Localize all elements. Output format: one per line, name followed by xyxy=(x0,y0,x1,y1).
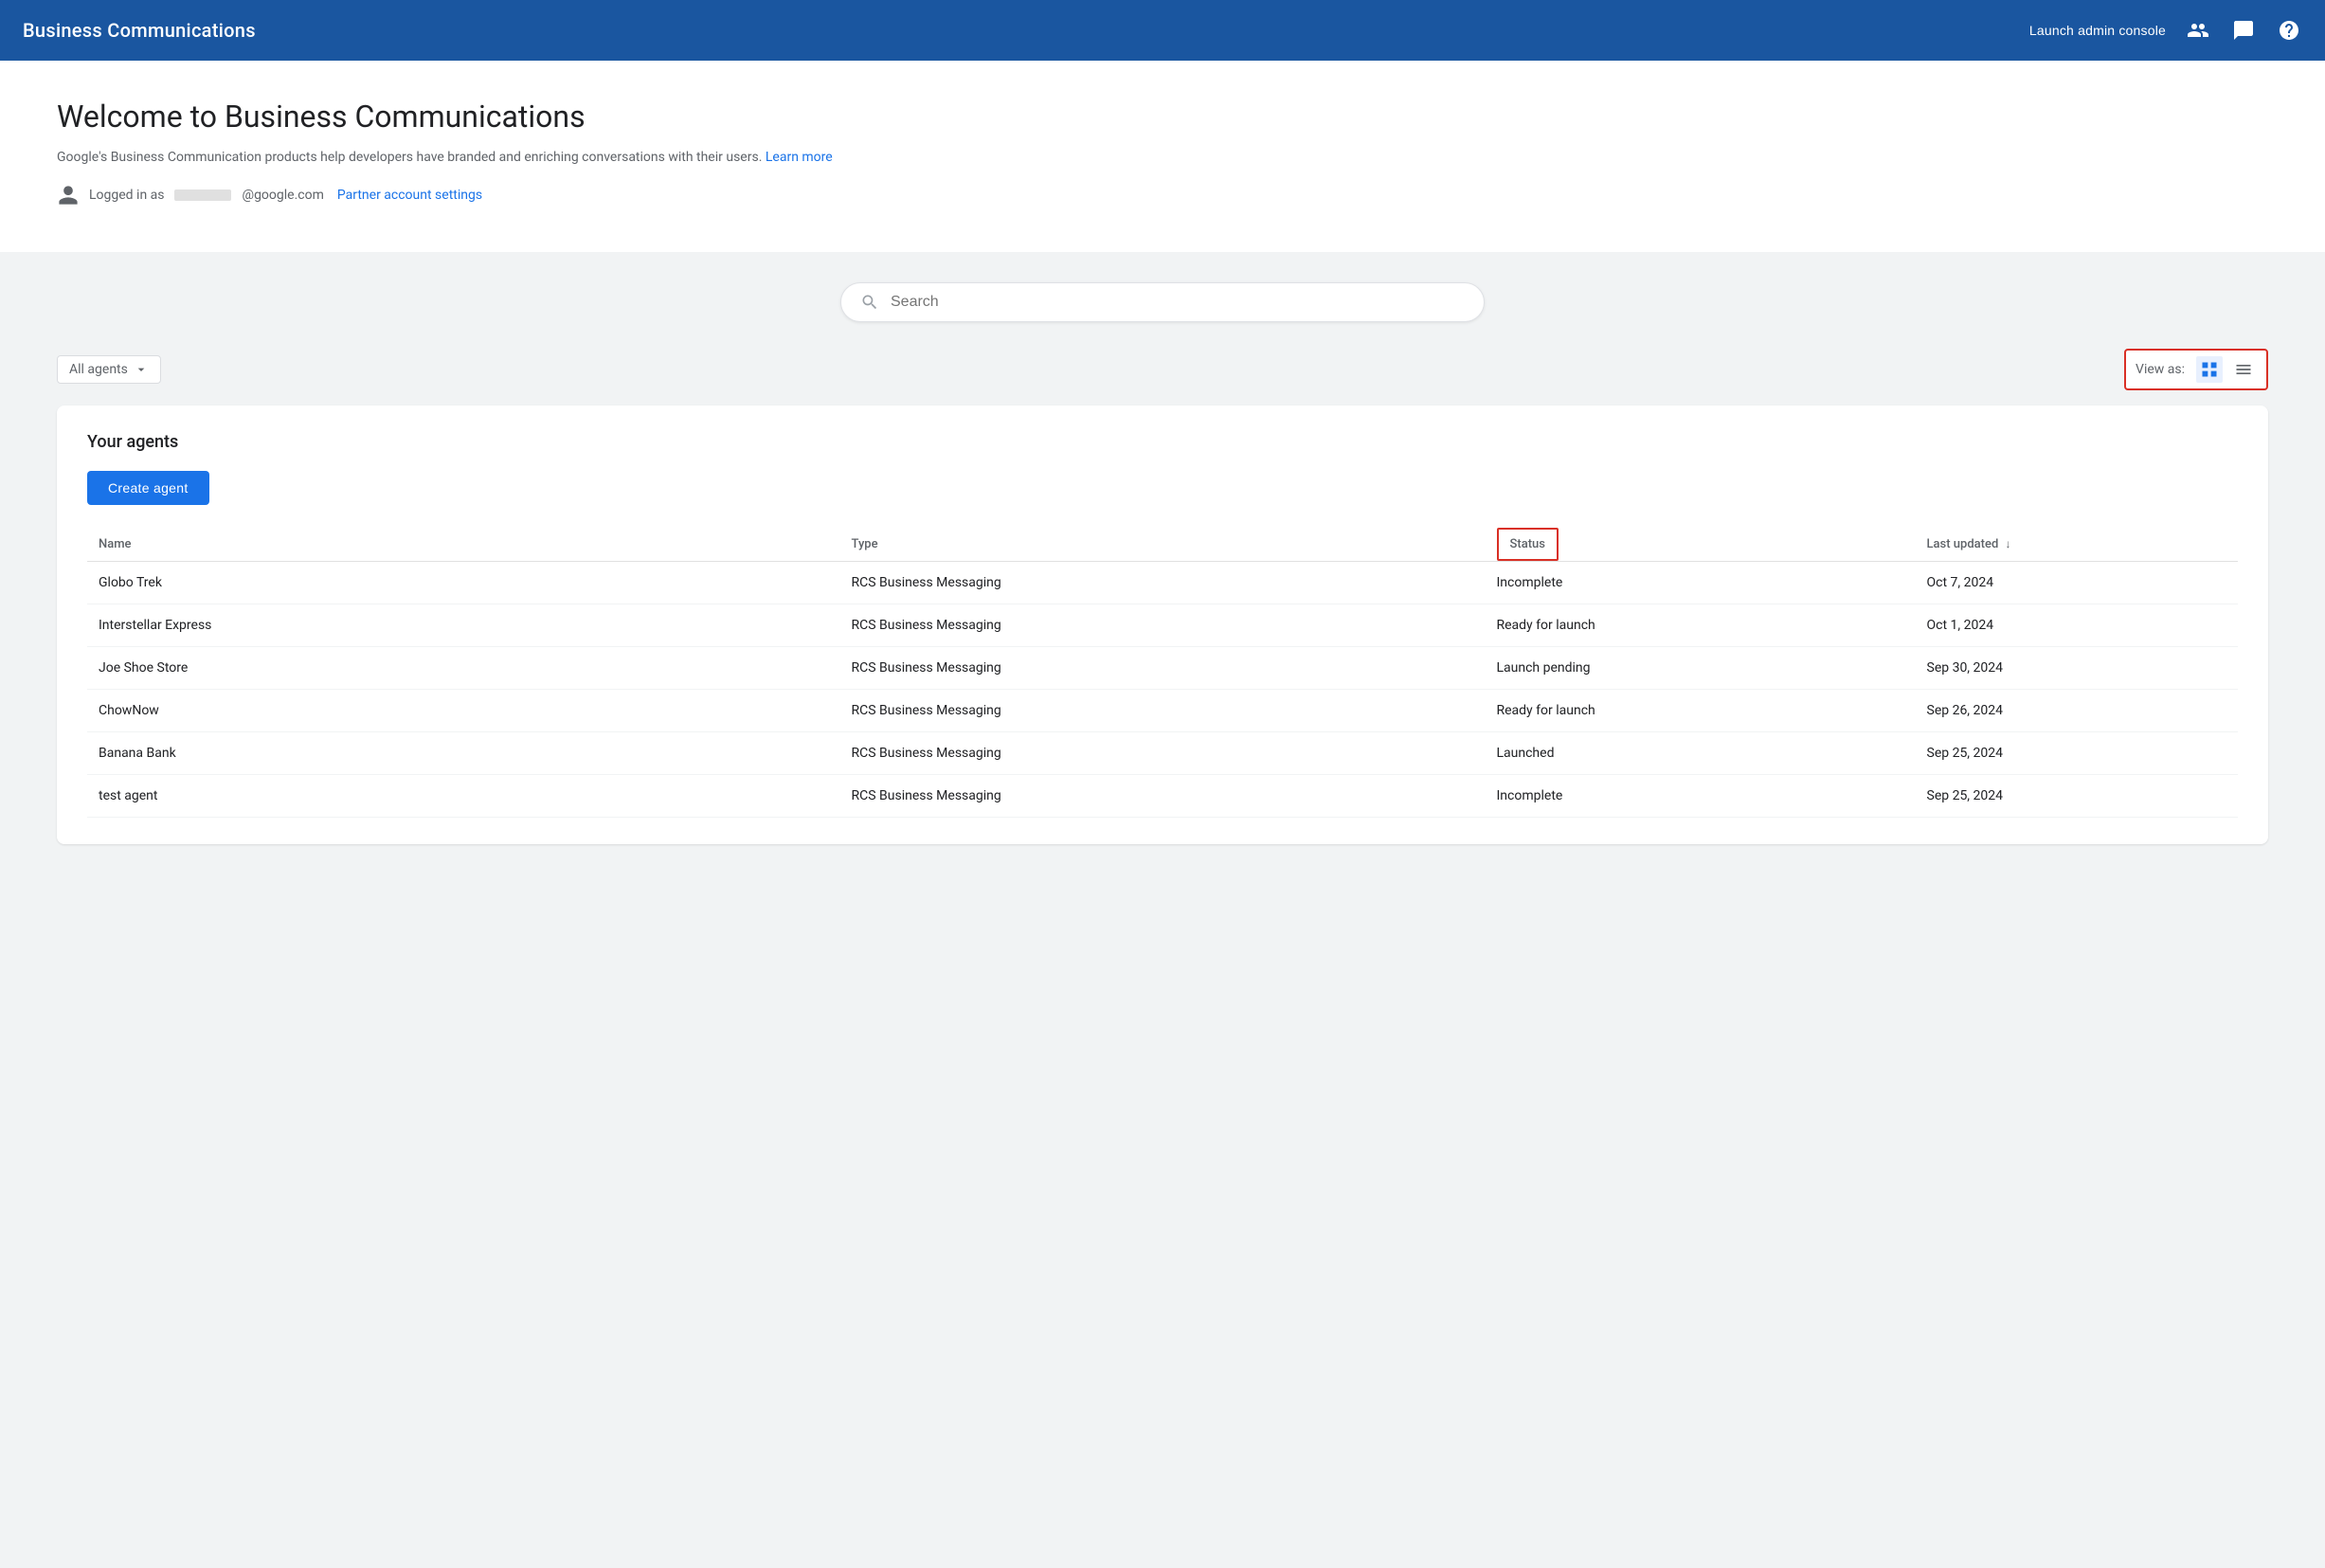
agent-type: RCS Business Messaging xyxy=(840,604,1486,647)
logged-in-text: Logged in as xyxy=(89,188,165,203)
account-icon xyxy=(57,184,80,207)
col-header-type: Type xyxy=(840,528,1486,562)
search-bar xyxy=(840,282,1485,322)
search-icon xyxy=(860,293,879,312)
agent-type: RCS Business Messaging xyxy=(840,562,1486,604)
all-agents-dropdown[interactable]: All agents xyxy=(57,355,161,384)
agent-status: Launched xyxy=(1486,732,1916,775)
all-agents-label: All agents xyxy=(69,362,128,377)
agent-updated: Sep 25, 2024 xyxy=(1916,775,2239,818)
agent-status: Incomplete xyxy=(1486,775,1916,818)
email-suffix: @google.com xyxy=(243,188,324,203)
table-row[interactable]: ChowNow RCS Business Messaging Ready for… xyxy=(87,690,2238,732)
table-row[interactable]: test agent RCS Business Messaging Incomp… xyxy=(87,775,2238,818)
table-header-row: Name Type Status Last updated ↓ xyxy=(87,528,2238,562)
agent-type: RCS Business Messaging xyxy=(840,732,1486,775)
create-agent-button[interactable]: Create agent xyxy=(87,471,209,505)
learn-more-link[interactable]: Learn more xyxy=(766,150,833,165)
launch-admin-button[interactable]: Launch admin console xyxy=(2029,23,2166,38)
agent-name: test agent xyxy=(87,775,840,818)
agent-type: RCS Business Messaging xyxy=(840,775,1486,818)
logged-in-row: Logged in as @google.com Partner account… xyxy=(57,184,2268,207)
agent-status: Ready for launch xyxy=(1486,690,1916,732)
help-icon[interactable] xyxy=(2276,17,2302,44)
agent-name: Interstellar Express xyxy=(87,604,840,647)
agents-table: Name Type Status Last updated ↓ Globo T xyxy=(87,528,2238,818)
view-as-section: View as: xyxy=(2124,349,2268,390)
status-header-highlighted: Status xyxy=(1497,528,1559,561)
table-row[interactable]: Interstellar Express RCS Business Messag… xyxy=(87,604,2238,647)
agent-name: Banana Bank xyxy=(87,732,840,775)
table-row[interactable]: Banana Bank RCS Business Messaging Launc… xyxy=(87,732,2238,775)
agents-card-title: Your agents xyxy=(87,432,2238,452)
col-header-name: Name xyxy=(87,528,840,562)
view-as-label: View as: xyxy=(2136,362,2185,377)
grid-view-button[interactable] xyxy=(2196,356,2223,383)
welcome-section: Welcome to Business Communications Googl… xyxy=(0,61,2325,252)
col-header-status: Status xyxy=(1486,528,1916,562)
agent-name: Joe Shoe Store xyxy=(87,647,840,690)
main-content: All agents View as: Your agents Create a… xyxy=(0,252,2325,882)
agent-status: Ready for launch xyxy=(1486,604,1916,647)
agent-updated: Sep 25, 2024 xyxy=(1916,732,2239,775)
table-row[interactable]: Joe Shoe Store RCS Business Messaging La… xyxy=(87,647,2238,690)
col-header-updated: Last updated ↓ xyxy=(1916,528,2239,562)
agent-updated: Oct 1, 2024 xyxy=(1916,604,2239,647)
header-left: Business Communications xyxy=(23,19,256,42)
agent-updated: Sep 26, 2024 xyxy=(1916,690,2239,732)
agent-status: Launch pending xyxy=(1486,647,1916,690)
agent-type: RCS Business Messaging xyxy=(840,690,1486,732)
agent-updated: Sep 30, 2024 xyxy=(1916,647,2239,690)
list-view-button[interactable] xyxy=(2230,356,2257,383)
agent-updated: Oct 7, 2024 xyxy=(1916,562,2239,604)
search-input[interactable] xyxy=(891,294,1465,311)
chevron-down-icon xyxy=(134,362,149,377)
welcome-title: Welcome to Business Communications xyxy=(57,99,2268,135)
chat-icon[interactable] xyxy=(2230,17,2257,44)
sort-down-icon: ↓ xyxy=(2006,537,2011,550)
agent-type: RCS Business Messaging xyxy=(840,647,1486,690)
people-icon[interactable] xyxy=(2185,17,2211,44)
header-right: Launch admin console xyxy=(2029,17,2302,44)
top-header: Business Communications Launch admin con… xyxy=(0,0,2325,61)
filters-row: All agents View as: xyxy=(57,349,2268,390)
agent-name: ChowNow xyxy=(87,690,840,732)
agents-card: Your agents Create agent Name Type Statu… xyxy=(57,406,2268,844)
search-bar-wrapper xyxy=(57,282,2268,322)
app-title: Business Communications xyxy=(23,19,256,42)
welcome-subtitle: Google's Business Communication products… xyxy=(57,150,2268,165)
table-row[interactable]: Globo Trek RCS Business Messaging Incomp… xyxy=(87,562,2238,604)
agent-status: Incomplete xyxy=(1486,562,1916,604)
partner-account-settings-link[interactable]: Partner account settings xyxy=(337,188,482,203)
email-blur xyxy=(174,189,231,201)
agent-name: Globo Trek xyxy=(87,562,840,604)
